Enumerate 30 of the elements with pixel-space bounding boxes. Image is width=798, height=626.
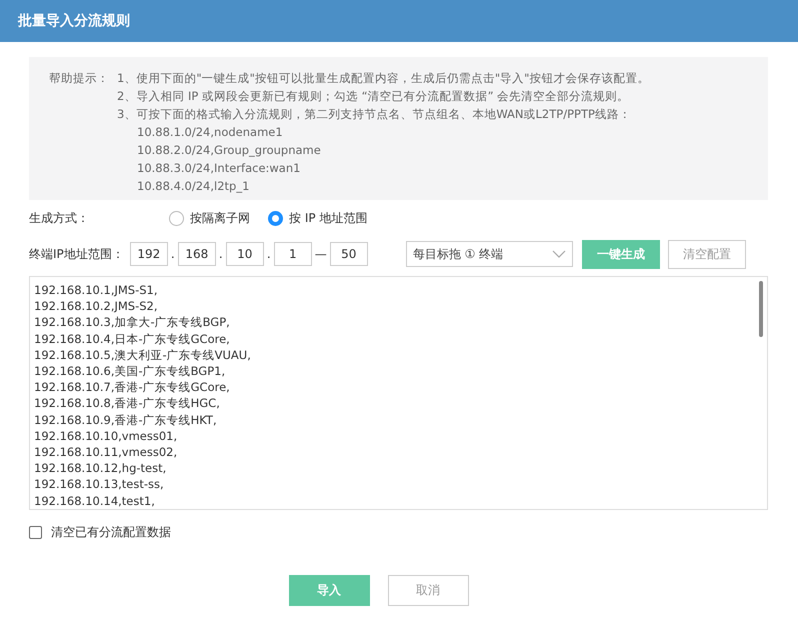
help-text: 3、可按下面的格式输入分流规则，第二列支持节点名、节点组名、本地WAN或L2TP/PPTP线路：: [117, 106, 631, 123]
checkbox[interactable]: [29, 526, 42, 539]
octet-field[interactable]: 168: [178, 242, 216, 266]
checkbox-label[interactable]: 清空已有分流配置数据: [51, 524, 171, 541]
dot-separator: .: [170, 247, 176, 261]
example-text: 10.88.3.0/24,Interface:wan1: [136, 160, 300, 177]
radio-button[interactable]: [268, 210, 283, 226]
chevron-down-icon: [552, 250, 566, 258]
example-text: 10.88.2.0/24,Group_groupname: [136, 142, 321, 159]
radio-label[interactable]: 按隔离子网: [190, 210, 250, 226]
dot-separator: .: [266, 247, 272, 261]
octet-field[interactable]: 192: [130, 242, 168, 266]
help-label: 帮助提示：: [49, 70, 110, 87]
example-text: 10.88.4.0/24,l2tp_1: [136, 178, 250, 195]
octet-field[interactable]: 1: [274, 242, 312, 266]
mode-label: 生成方式：: [29, 210, 90, 226]
scrollbar-thumb[interactable]: [759, 281, 763, 337]
end-field[interactable]: 50: [330, 242, 368, 266]
help-text: 2、导入相同 IP 或网段会更新已有规则；勾选 “清空已有分流配置数据” 会先清空全部分流规则。: [117, 88, 630, 105]
help-text: 1、使用下面的"一键生成"按钮可以批量生成配置内容，生成后仍需点击"导入"按钮才会保存该配置。: [117, 70, 650, 87]
window-title: 批量导入分流规则: [18, 12, 130, 30]
radio-label[interactable]: 按 IP 地址范围: [289, 210, 368, 226]
radio-button[interactable]: [169, 210, 184, 226]
range-dash: —: [314, 247, 327, 261]
select-dropdown[interactable]: 每目标拖 ① 终端: [406, 241, 573, 267]
dot-separator: .: [218, 247, 224, 261]
octet-field[interactable]: 10: [226, 242, 264, 266]
rules-textarea[interactable]: 192.168.10.1,JMS-S1, 192.168.10.2,JMS-S2, 192.168.10.3,加拿大-广东专线BGP, 192.168.10.4,日本-广东专线GCore, 192.168.10.5,澳大利亚-广东专线VUAU, 192.168.10.6,美国-广东专线BGP1, 192.168.10.7,香港-广东专线GCore, 192.168.10.8,香港-广东专线HGC, 192.168.10.9,香港-广东专线HKT, 192.168.10.10,vmess01, 192.168.10.11,vmess02, 192.168.10.12,hg-test, 192.168.10.13,test-ss, 192.168.10.14,test1,: [29, 276, 768, 510]
example-text: 10.88.1.0/24,nodename1: [136, 124, 283, 141]
ip-range-label: 终端IP地址范围：: [29, 246, 124, 262]
